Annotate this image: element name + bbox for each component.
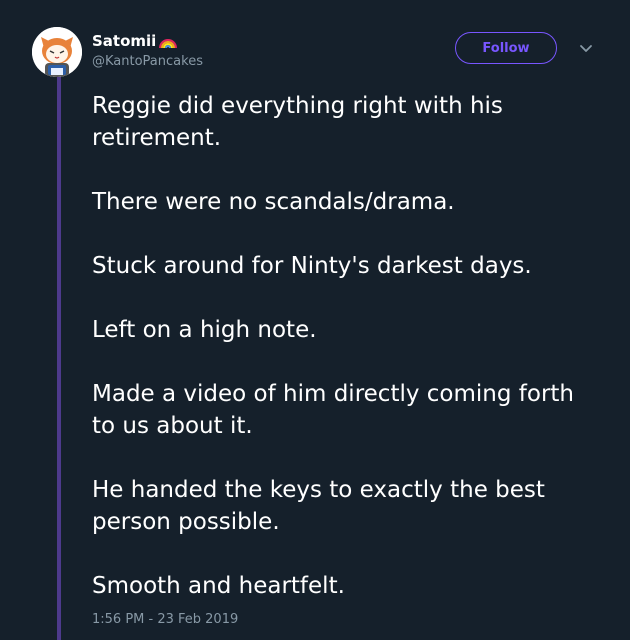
tweet-paragraph: Stuck around for Ninty's darkest days.: [92, 253, 532, 279]
tweet-paragraph: Made a video of him directly coming fort…: [92, 381, 574, 439]
display-name[interactable]: Satomii: [92, 32, 156, 50]
chevron-down-icon[interactable]: [576, 40, 596, 58]
rainbow-emoji-icon: [159, 39, 178, 49]
display-name-row: Satomii: [92, 30, 203, 52]
tweet-paragraph: There were no scandals/drama.: [92, 189, 455, 215]
avatar-image: [32, 27, 82, 77]
tweet-paragraph: Smooth and heartfelt.: [92, 573, 345, 599]
user-handle[interactable]: @KantoPancakes: [92, 54, 203, 69]
tweet-paragraph: He handed the keys to exactly the best p…: [92, 477, 545, 535]
tweet-text: Reggie did everything right with his ret…: [92, 90, 602, 602]
thread-line: [57, 70, 61, 640]
tweet-paragraph: Reggie did everything right with his ret…: [92, 93, 503, 151]
tweet-timestamp[interactable]: 1:56 PM - 23 Feb 2019: [92, 612, 238, 627]
tweet-paragraph: Left on a high note.: [92, 317, 317, 343]
avatar[interactable]: [32, 27, 82, 77]
user-info: Satomii @KantoPancakes: [92, 30, 203, 69]
follow-button[interactable]: Follow: [455, 32, 557, 64]
